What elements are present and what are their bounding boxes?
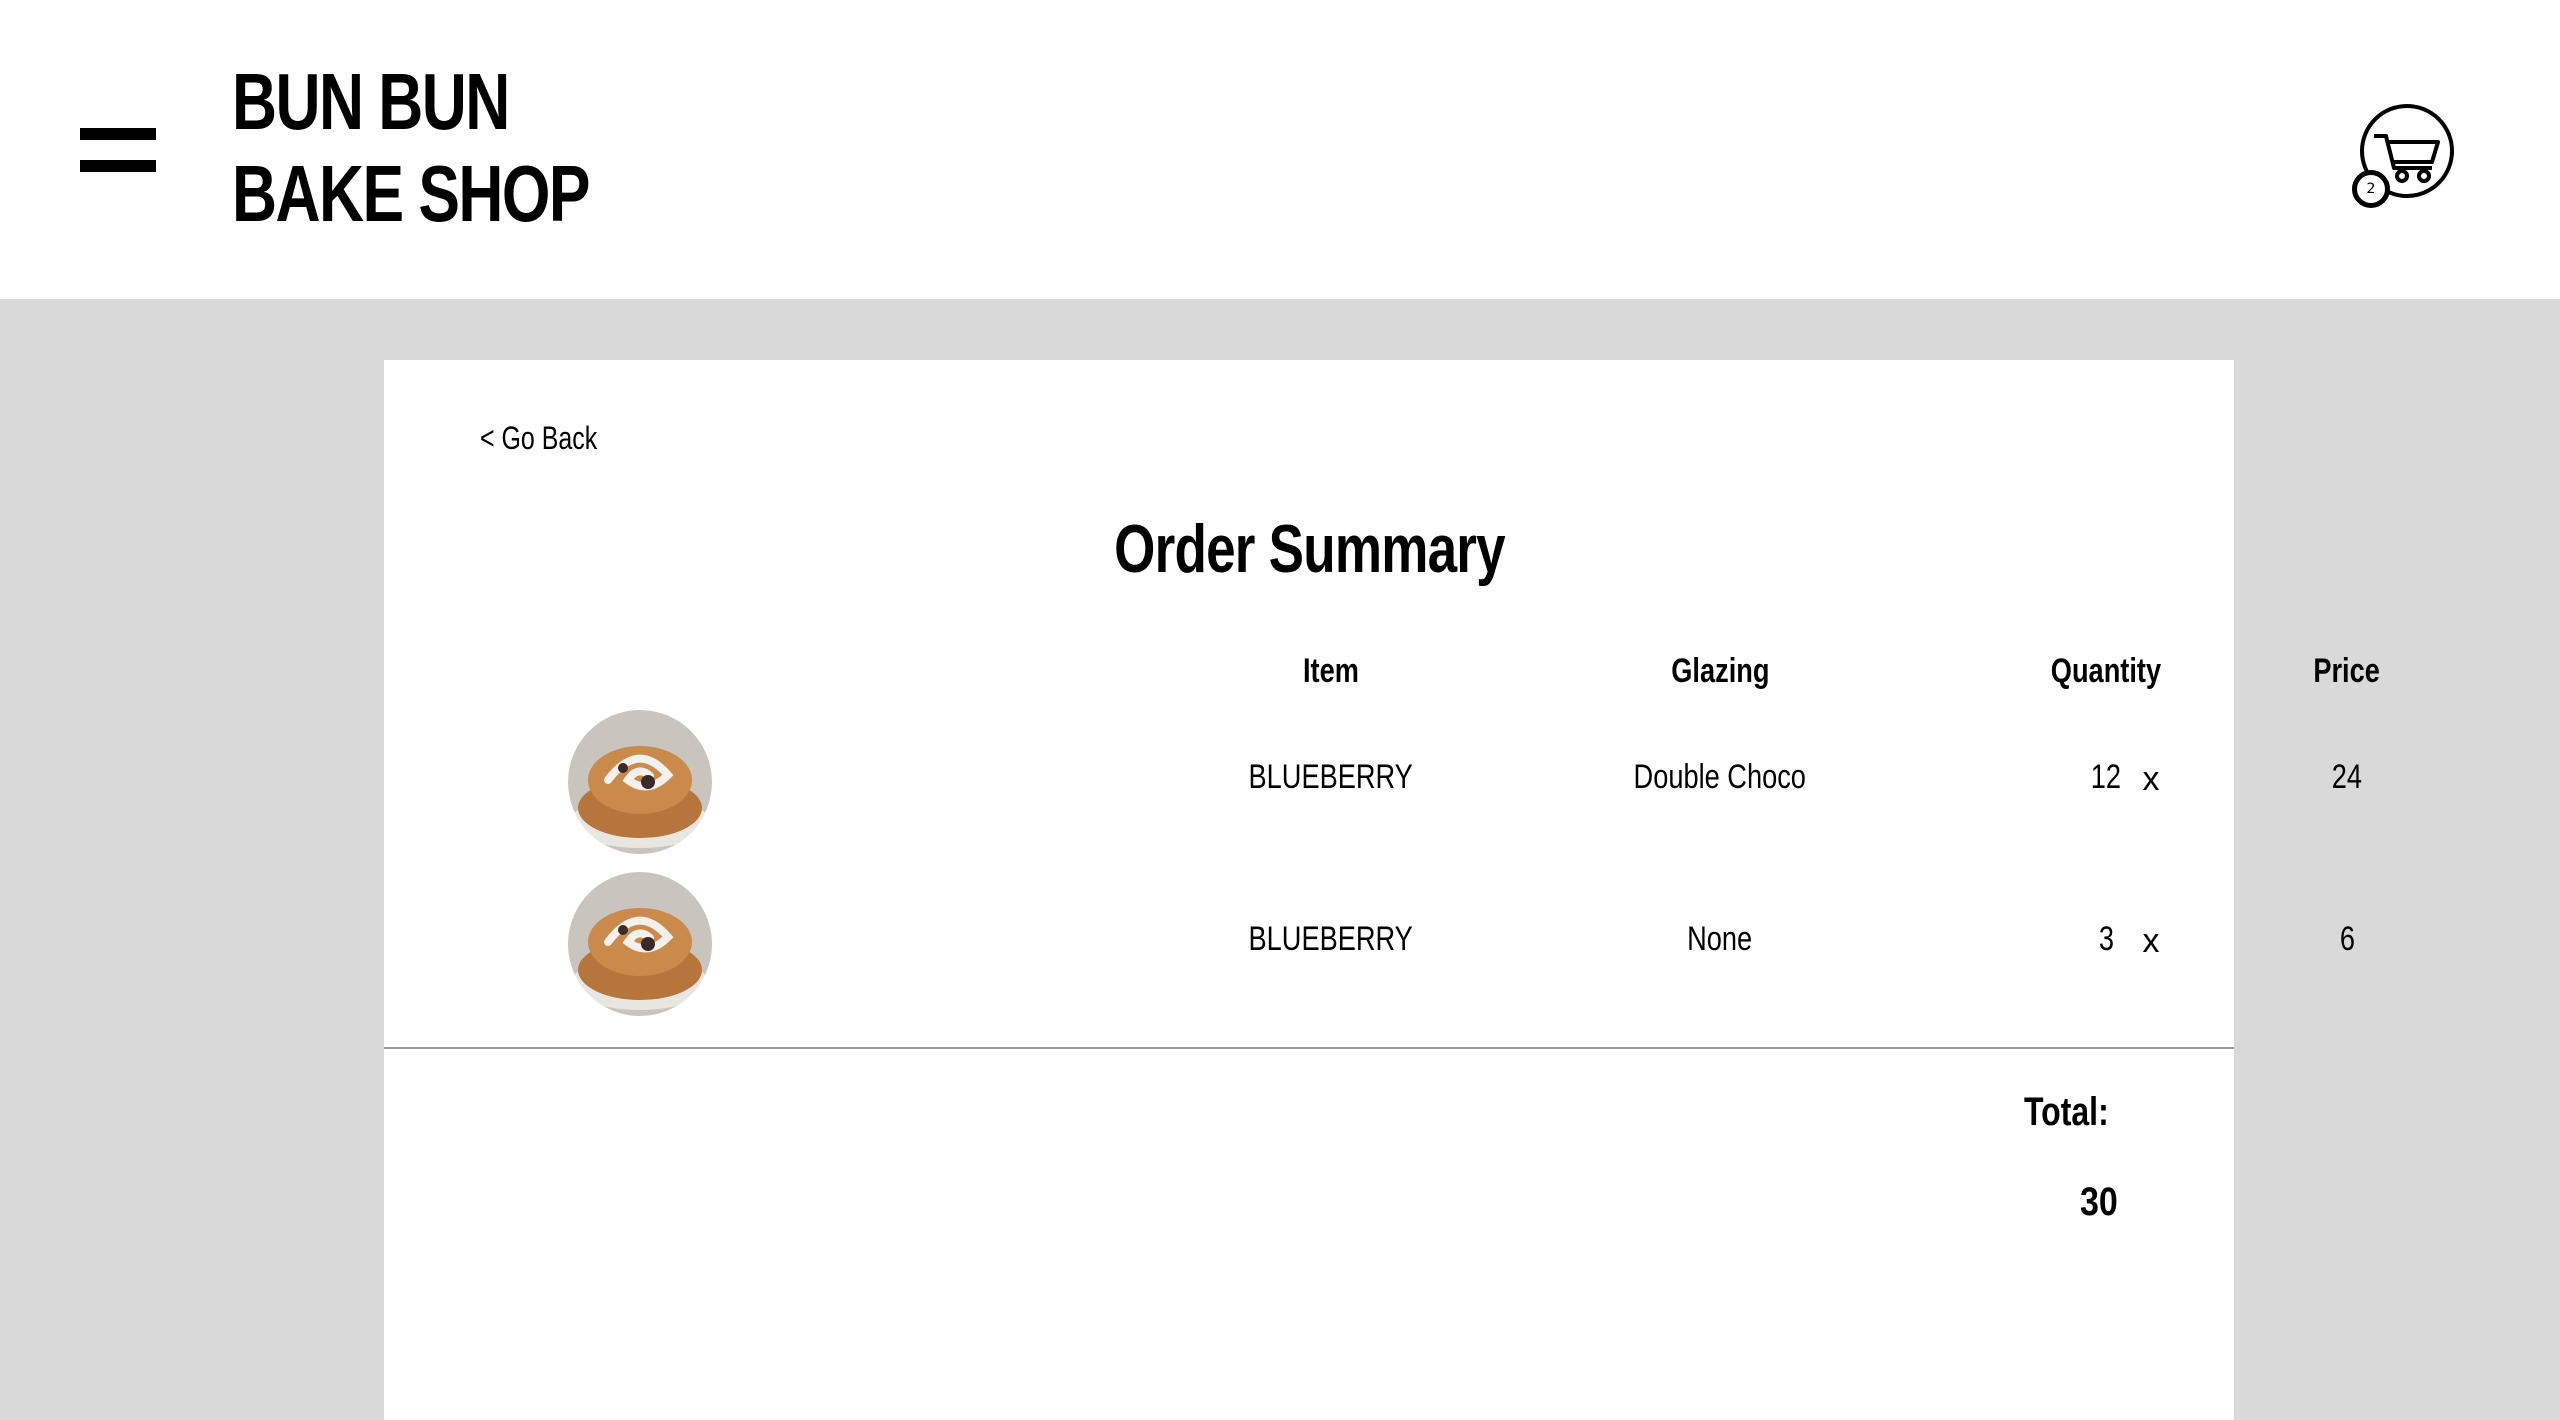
header-item: Item (1226, 652, 1436, 691)
cinnamon-roll-image (568, 710, 712, 854)
total-label: Total: (2024, 1090, 2224, 1135)
header-quantity: Quantity (1996, 652, 2216, 691)
page-title: Order Summary (384, 510, 2234, 588)
row-item-text: BLUEBERRY (1248, 758, 1414, 796)
remove-item-button[interactable]: x (2136, 760, 2166, 799)
hamburger-bar (80, 128, 156, 140)
page-title-text: Order Summary (1113, 511, 1506, 587)
row-item-text: BLUEBERRY (1248, 920, 1414, 958)
hamburger-menu-icon[interactable] (80, 128, 156, 172)
row-quantity: 3 (1996, 920, 2216, 959)
row-quantity-text: 3 (2098, 920, 2114, 958)
logo-line-2: BAKE SHOP (232, 149, 591, 238)
total-value: 30 (2024, 1180, 2224, 1225)
header-glazing-text: Glazing (1670, 652, 1770, 690)
header-price: Price (2262, 652, 2432, 691)
product-image (568, 710, 712, 854)
site-logo[interactable]: BUN BUN BAKE SHOP (232, 56, 591, 240)
row-price: 6 (2262, 920, 2432, 959)
header-item-text: Item (1303, 652, 1359, 690)
row-price-text: 6 (2339, 920, 2355, 958)
total-label-text: Total: (2024, 1090, 2109, 1134)
cinnamon-roll-image (568, 872, 712, 1016)
cart-count-badge: 2 (2352, 170, 2390, 208)
row-item: BLUEBERRY (1226, 920, 1436, 959)
product-image (568, 872, 712, 1016)
divider (384, 1047, 2234, 1049)
site-header: BUN BUN BAKE SHOP 2 (0, 0, 2560, 299)
cart-button[interactable]: 2 (2352, 102, 2456, 208)
header-quantity-text: Quantity (2050, 652, 2162, 690)
total-value-text: 30 (2080, 1180, 2118, 1224)
hamburger-bar (80, 160, 156, 172)
logo-line-1: BUN BUN (232, 57, 510, 146)
order-summary-card: < Go Back Order Summary Item Glazing Qua… (384, 360, 2380, 1420)
remove-item-button[interactable]: x (2136, 922, 2166, 961)
row-quantity-text: 12 (2090, 758, 2122, 796)
row-glazing: Double Choco (1570, 758, 1870, 797)
header-glazing: Glazing (1610, 652, 1830, 691)
row-price-text: 24 (2331, 758, 2363, 796)
row-glazing-text: None (1687, 920, 1753, 958)
header-price-text: Price (2313, 652, 2381, 690)
row-glazing-text: Double Choco (1633, 758, 1807, 796)
row-item: BLUEBERRY (1226, 758, 1436, 797)
row-price: 24 (2262, 758, 2432, 797)
row-glazing: None (1570, 920, 1870, 959)
go-back-link[interactable]: < Go Back (480, 420, 597, 457)
row-quantity: 12 (1996, 758, 2216, 797)
